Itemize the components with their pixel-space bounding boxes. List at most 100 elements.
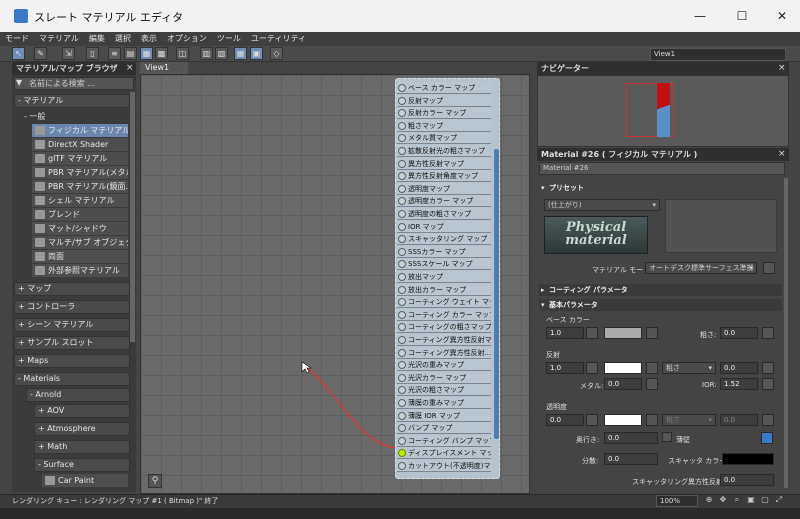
socket-icon[interactable] <box>398 235 406 244</box>
list-item[interactable]: DirectX Shader <box>32 138 128 151</box>
zoom-extents-icon[interactable]: ▣ <box>746 495 756 505</box>
node-slot[interactable]: 光沢カラー マップ <box>397 371 491 384</box>
node-slot[interactable]: カットアウト(不透明度)マップ <box>397 460 491 472</box>
node-slot[interactable]: SSSスケール マップ <box>397 258 491 271</box>
node-slot[interactable]: 異方性反射マップ <box>397 157 491 170</box>
dispersion-spinner[interactable]: 0.0 <box>604 453 658 465</box>
socket-icon[interactable] <box>398 449 406 458</box>
ior-spinner[interactable]: 1.52 <box>720 378 758 390</box>
metalness-spinner[interactable]: 0.0 <box>604 378 642 390</box>
delete-icon[interactable]: ▯ <box>86 47 99 60</box>
category-scene-materials[interactable]: + シーン マテリアル <box>14 318 130 332</box>
group-general[interactable]: - 一般 <box>20 110 122 123</box>
sss-anisotropy-spinner[interactable]: 0.0 <box>720 474 774 486</box>
transparency-weight-spinner[interactable]: 0.0 <box>546 414 584 426</box>
node-slot[interactable]: コーティング バンプ マップ <box>397 434 491 447</box>
menu-view[interactable]: 表示 <box>136 32 162 46</box>
socket-icon[interactable] <box>398 121 406 130</box>
node-slot[interactable]: 異方性反射角度マップ <box>397 170 491 183</box>
lock-icon[interactable] <box>761 432 773 444</box>
transparency-weight-map-button[interactable] <box>586 414 598 426</box>
mode-extra-icon[interactable] <box>763 262 775 274</box>
rollout-basic[interactable]: 基本パラメータ <box>539 299 782 311</box>
transparency-color-swatch[interactable] <box>604 414 642 426</box>
reflection-roughness-map-button[interactable] <box>762 362 774 374</box>
maximize-view-icon[interactable]: ⤢ <box>774 495 784 505</box>
socket-icon[interactable] <box>398 134 406 143</box>
navigator-close-icon[interactable]: × <box>778 62 786 75</box>
parameter-scrollbar[interactable] <box>784 178 788 488</box>
list-item[interactable]: シェル マテリアル <box>32 194 128 207</box>
maximize-button[interactable]: ☐ <box>722 5 762 27</box>
material-editor-close-icon[interactable]: × <box>778 148 786 161</box>
metalness-map-button[interactable] <box>646 378 658 390</box>
category-sample-slots[interactable]: + サンプル スロット <box>14 336 130 350</box>
node-slot[interactable]: 反射カラー マップ <box>397 107 491 120</box>
hide-unused-icon[interactable]: ▤ <box>124 47 137 60</box>
move-children-icon[interactable]: ≡ <box>108 47 121 60</box>
socket-icon[interactable] <box>398 386 406 395</box>
node-slot[interactable]: IOR マップ <box>397 220 491 233</box>
preset-dropdown[interactable]: (仕上がり) <box>544 199 660 211</box>
depth-spinner[interactable]: 0.0 <box>604 432 658 444</box>
node-slot[interactable]: コーティングの粗さマップ <box>397 321 491 334</box>
node-slot[interactable]: 反射マップ <box>397 94 491 107</box>
transparency-roughness-map-button[interactable] <box>762 414 774 426</box>
transparency-color-map-button[interactable] <box>646 414 658 426</box>
socket-icon[interactable] <box>398 172 406 181</box>
menu-options[interactable]: オプション <box>162 32 212 46</box>
thin-walled-checkbox[interactable] <box>662 432 672 442</box>
list-item[interactable]: PBR マテリアル(鏡面... <box>32 180 128 193</box>
list-item[interactable]: フィジカル マテリアル <box>32 124 128 137</box>
browser-close-icon[interactable]: × <box>126 62 134 75</box>
list-item[interactable]: PBR マテリアル(メタル... <box>32 166 128 179</box>
minimize-button[interactable]: — <box>680 5 720 27</box>
frame-selected-icon[interactable]: ▢ <box>760 495 770 505</box>
socket-icon[interactable] <box>398 285 406 294</box>
select-tool-icon[interactable]: ↖ <box>12 47 25 60</box>
node-slot[interactable]: 光沢の粗さマップ <box>397 384 491 397</box>
category-maps[interactable]: + マップ <box>14 282 130 296</box>
group-aov[interactable]: + AOV <box>34 404 130 418</box>
socket-icon[interactable] <box>398 310 406 319</box>
group-surface[interactable]: - Surface <box>34 458 130 472</box>
pan-icon[interactable]: ✥ <box>718 495 728 505</box>
reflection-weight-spinner[interactable]: 1.0 <box>546 362 584 374</box>
socket-icon[interactable] <box>398 247 406 256</box>
socket-icon[interactable] <box>398 373 406 382</box>
node-slot[interactable]: 透明度の粗さマップ <box>397 208 491 220</box>
menu-utilities[interactable]: ユーティリティ <box>246 32 311 46</box>
reflection-color-swatch[interactable] <box>604 362 642 374</box>
socket-icon[interactable] <box>398 159 406 168</box>
socket-icon[interactable] <box>398 109 406 118</box>
transparency-roughness-spinner[interactable]: 0.0 <box>720 414 758 426</box>
list-item[interactable]: マルチ/サブ オブジェクト <box>32 236 128 249</box>
node-slot[interactable]: スキャッタリング マップ <box>397 233 491 246</box>
rollout-coating[interactable]: コーティング パラメータ <box>539 284 782 296</box>
search-options-icon[interactable]: ▼ <box>16 78 22 87</box>
category-materials-en[interactable]: - Materials <box>14 372 130 386</box>
node-slot[interactable]: メタル質マップ <box>397 132 491 145</box>
material-mode-dropdown[interactable]: オートデスク標準サーフェス準拠 <box>645 262 757 274</box>
socket-icon[interactable] <box>398 424 406 433</box>
node-slot[interactable]: コーティング異方性反射... <box>397 346 491 359</box>
select-by-material-icon[interactable]: ◇ <box>270 47 283 60</box>
base-weight-spinner[interactable]: 1.0 <box>546 327 584 339</box>
show-background-icon[interactable]: ▩ <box>155 47 168 60</box>
node-slot[interactable]: 透明度マップ <box>397 182 491 195</box>
socket-icon[interactable] <box>398 96 406 105</box>
base-color-swatch[interactable] <box>604 327 642 339</box>
node-scrollbar[interactable] <box>494 149 499 439</box>
node-slot[interactable]: 光沢の重みマップ <box>397 359 491 372</box>
list-item[interactable]: マット/シャドウ <box>32 222 128 235</box>
eyedropper-icon[interactable]: ✎ <box>34 47 47 60</box>
socket-icon[interactable] <box>398 361 406 370</box>
list-item[interactable]: 両面 <box>32 250 128 263</box>
node-slot[interactable]: 拡散反射光の粗さマップ <box>397 145 491 157</box>
material-browser-icon[interactable]: ▦ <box>234 47 247 60</box>
browser-scrollbar[interactable] <box>130 92 135 342</box>
menu-select[interactable]: 選択 <box>110 32 136 46</box>
tab-view1[interactable]: View1 <box>140 62 188 74</box>
socket-icon[interactable] <box>398 260 406 269</box>
close-button[interactable]: ✕ <box>762 5 800 27</box>
